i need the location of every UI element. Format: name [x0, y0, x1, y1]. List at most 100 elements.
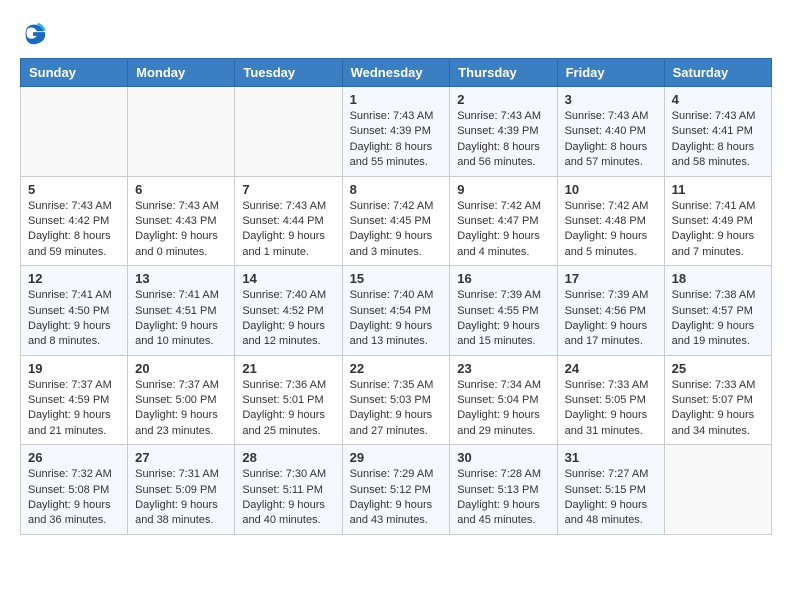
day-info: Sunrise: 7:33 AM Sunset: 5:05 PM Dayligh…: [565, 378, 657, 440]
day-number: 25: [672, 361, 764, 376]
calendar-cell: [21, 87, 128, 177]
calendar-cell: 9 Sunrise: 7:42 AM Sunset: 4:47 PM Daylig…: [450, 176, 557, 266]
day-info: Sunrise: 7:43 AM Sunset: 4:41 PM Dayligh…: [672, 109, 764, 171]
calendar-cell: 8Sunrise: 7:42 AM Sunset: 4:45 PM Daylig…: [342, 176, 450, 266]
week-row-5: 26 Sunrise: 7:32 AM Sunset: 5:08 PM Dayli…: [21, 445, 772, 535]
day-info: Sunrise: 7:43 AM Sunset: 4:43 PM Dayligh…: [135, 199, 227, 261]
calendar-cell: 29 Sunrise: 7:29 AM Sunset: 5:12 PM Dayli…: [342, 445, 450, 535]
calendar-cell: 2Sunrise: 7:43 AM Sunset: 4:39 PM Daylig…: [450, 87, 557, 177]
calendar-cell: 13Sunrise: 7:41 AM Sunset: 4:51 PM Dayli…: [128, 266, 235, 356]
day-info: Sunrise: 7:43 AM Sunset: 4:40 PM Dayligh…: [565, 109, 657, 171]
day-number: 19: [28, 361, 120, 376]
day-info: Sunrise: 7:29 AM Sunset: 5:12 PM Dayligh…: [350, 467, 443, 529]
week-row-1: 1 Sunrise: 7:43 AM Sunset: 4:39 PM Daylig…: [21, 87, 772, 177]
day-number: 14: [242, 271, 334, 286]
day-info: Sunrise: 7:38 AM Sunset: 4:57 PM Dayligh…: [672, 288, 764, 350]
day-info: Sunrise: 7:30 AM Sunset: 5:11 PM Dayligh…: [242, 467, 334, 529]
day-info: Sunrise: 7:39 AM Sunset: 4:55 PM Dayligh…: [457, 288, 549, 350]
calendar-table: SundayMondayTuesdayWednesdayThursdayFrid…: [20, 58, 772, 535]
calendar-cell: 23 Sunrise: 7:34 AM Sunset: 5:04 PM Dayli…: [450, 355, 557, 445]
calendar-cell: 30 Sunrise: 7:28 AM Sunset: 5:13 PM Dayli…: [450, 445, 557, 535]
day-number: 28: [242, 450, 334, 465]
week-row-3: 12Sunrise: 7:41 AM Sunset: 4:50 PM Dayli…: [21, 266, 772, 356]
day-number: 13: [135, 271, 227, 286]
weekday-header-sunday: Sunday: [21, 59, 128, 87]
calendar-cell: 20 Sunrise: 7:37 AM Sunset: 5:00 PM Dayli…: [128, 355, 235, 445]
page-header: [20, 20, 772, 48]
day-info: Sunrise: 7:43 AM Sunset: 4:42 PM Dayligh…: [28, 199, 120, 261]
calendar-cell: 11Sunrise: 7:41 AM Sunset: 4:49 PM Dayli…: [664, 176, 771, 266]
day-number: 4: [672, 92, 764, 107]
day-info: Sunrise: 7:37 AM Sunset: 4:59 PM Dayligh…: [28, 378, 120, 440]
day-info: Sunrise: 7:36 AM Sunset: 5:01 PM Dayligh…: [242, 378, 334, 440]
day-number: 26: [28, 450, 120, 465]
logo-icon: [20, 20, 48, 48]
logo: [20, 20, 52, 48]
day-info: Sunrise: 7:31 AM Sunset: 5:09 PM Dayligh…: [135, 467, 227, 529]
day-number: 1: [350, 92, 443, 107]
calendar-cell: 5 Sunrise: 7:43 AM Sunset: 4:42 PM Daylig…: [21, 176, 128, 266]
day-number: 20: [135, 361, 227, 376]
day-number: 6: [135, 182, 227, 197]
day-info: Sunrise: 7:33 AM Sunset: 5:07 PM Dayligh…: [672, 378, 764, 440]
day-number: 18: [672, 271, 764, 286]
day-number: 11: [672, 182, 764, 197]
day-info: Sunrise: 7:40 AM Sunset: 4:52 PM Dayligh…: [242, 288, 334, 350]
day-info: Sunrise: 7:35 AM Sunset: 5:03 PM Dayligh…: [350, 378, 443, 440]
day-info: Sunrise: 7:41 AM Sunset: 4:50 PM Dayligh…: [28, 288, 120, 350]
calendar-cell: 25 Sunrise: 7:33 AM Sunset: 5:07 PM Dayli…: [664, 355, 771, 445]
calendar-cell: 21 Sunrise: 7:36 AM Sunset: 5:01 PM Dayli…: [235, 355, 342, 445]
calendar-cell: [664, 445, 771, 535]
calendar-cell: 7 Sunrise: 7:43 AM Sunset: 4:44 PM Daylig…: [235, 176, 342, 266]
day-info: Sunrise: 7:28 AM Sunset: 5:13 PM Dayligh…: [457, 467, 549, 529]
calendar-cell: 22 Sunrise: 7:35 AM Sunset: 5:03 PM Dayli…: [342, 355, 450, 445]
weekday-header-friday: Friday: [557, 59, 664, 87]
day-info: Sunrise: 7:42 AM Sunset: 4:48 PM Dayligh…: [565, 199, 657, 261]
day-info: Sunrise: 7:39 AM Sunset: 4:56 PM Dayligh…: [565, 288, 657, 350]
day-number: 29: [350, 450, 443, 465]
day-number: 7: [242, 182, 334, 197]
weekday-header-saturday: Saturday: [664, 59, 771, 87]
day-info: Sunrise: 7:32 AM Sunset: 5:08 PM Dayligh…: [28, 467, 120, 529]
day-info: Sunrise: 7:34 AM Sunset: 5:04 PM Dayligh…: [457, 378, 549, 440]
day-number: 23: [457, 361, 549, 376]
calendar-cell: 19 Sunrise: 7:37 AM Sunset: 4:59 PM Dayli…: [21, 355, 128, 445]
day-info: Sunrise: 7:43 AM Sunset: 4:39 PM Dayligh…: [350, 109, 443, 171]
day-info: Sunrise: 7:37 AM Sunset: 5:00 PM Dayligh…: [135, 378, 227, 440]
day-number: 21: [242, 361, 334, 376]
calendar-cell: 31 Sunrise: 7:27 AM Sunset: 5:15 PM Dayli…: [557, 445, 664, 535]
day-info: Sunrise: 7:42 AM Sunset: 4:47 PM Dayligh…: [457, 199, 549, 261]
day-number: 31: [565, 450, 657, 465]
calendar-cell: 24 Sunrise: 7:33 AM Sunset: 5:05 PM Dayli…: [557, 355, 664, 445]
day-number: 5: [28, 182, 120, 197]
calendar-cell: 18 Sunrise: 7:38 AM Sunset: 4:57 PM Dayli…: [664, 266, 771, 356]
week-row-2: 5 Sunrise: 7:43 AM Sunset: 4:42 PM Daylig…: [21, 176, 772, 266]
weekday-header-tuesday: Tuesday: [235, 59, 342, 87]
day-number: 9: [457, 182, 549, 197]
calendar-cell: 16 Sunrise: 7:39 AM Sunset: 4:55 PM Dayli…: [450, 266, 557, 356]
calendar-cell: [128, 87, 235, 177]
weekday-header-row: SundayMondayTuesdayWednesdayThursdayFrid…: [21, 59, 772, 87]
calendar-cell: 27 Sunrise: 7:31 AM Sunset: 5:09 PM Dayli…: [128, 445, 235, 535]
day-info: Sunrise: 7:43 AM Sunset: 4:44 PM Dayligh…: [242, 199, 334, 261]
day-number: 3: [565, 92, 657, 107]
calendar-cell: 1 Sunrise: 7:43 AM Sunset: 4:39 PM Daylig…: [342, 87, 450, 177]
calendar-cell: 28 Sunrise: 7:30 AM Sunset: 5:11 PM Dayli…: [235, 445, 342, 535]
day-number: 22: [350, 361, 443, 376]
calendar-cell: [235, 87, 342, 177]
calendar-cell: 4 Sunrise: 7:43 AM Sunset: 4:41 PM Daylig…: [664, 87, 771, 177]
day-number: 24: [565, 361, 657, 376]
calendar-cell: 3 Sunrise: 7:43 AM Sunset: 4:40 PM Daylig…: [557, 87, 664, 177]
day-number: 10: [565, 182, 657, 197]
day-number: 16: [457, 271, 549, 286]
day-info: Sunrise: 7:27 AM Sunset: 5:15 PM Dayligh…: [565, 467, 657, 529]
calendar-cell: 6 Sunrise: 7:43 AM Sunset: 4:43 PM Daylig…: [128, 176, 235, 266]
day-number: 27: [135, 450, 227, 465]
calendar-cell: 17Sunrise: 7:39 AM Sunset: 4:56 PM Dayli…: [557, 266, 664, 356]
day-number: 30: [457, 450, 549, 465]
weekday-header-thursday: Thursday: [450, 59, 557, 87]
day-info: Sunrise: 7:42 AM Sunset: 4:45 PM Dayligh…: [350, 199, 443, 261]
day-info: Sunrise: 7:40 AM Sunset: 4:54 PM Dayligh…: [350, 288, 443, 350]
calendar-cell: 10 Sunrise: 7:42 AM Sunset: 4:48 PM Dayli…: [557, 176, 664, 266]
calendar-cell: 26 Sunrise: 7:32 AM Sunset: 5:08 PM Dayli…: [21, 445, 128, 535]
